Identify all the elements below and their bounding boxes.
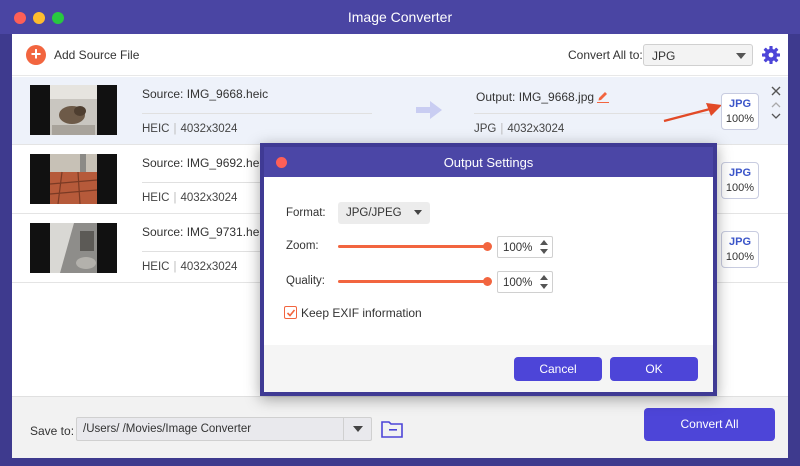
bottom-bar: Save to: /Users/ /Movies/Image Converter… bbox=[12, 396, 788, 458]
output-filename: Output: IMG_9668.jpg bbox=[476, 90, 595, 104]
source-resolution: 4032x3024 bbox=[180, 261, 238, 273]
save-path-field[interactable]: /Users/ /Movies/Image Converter bbox=[76, 417, 372, 441]
thumbnail-image bbox=[50, 223, 97, 273]
badge-quality: 100% bbox=[725, 182, 755, 194]
keep-exif-checkbox[interactable] bbox=[284, 306, 297, 319]
chevron-down-icon[interactable] bbox=[770, 112, 782, 120]
checkmark-icon bbox=[286, 308, 295, 317]
arrow-annotation-icon bbox=[663, 103, 722, 123]
stepper-down-icon[interactable] bbox=[540, 249, 548, 254]
badge-quality: 100% bbox=[725, 113, 755, 125]
output-meta: JPG | 4032x3024 bbox=[474, 123, 565, 135]
gear-icon[interactable] bbox=[761, 45, 781, 65]
zoom-value: 100% bbox=[503, 242, 533, 254]
folder-icon[interactable] bbox=[381, 419, 403, 438]
divider bbox=[142, 113, 372, 114]
zoom-slider-handle[interactable] bbox=[483, 242, 492, 251]
format-select[interactable]: JPG/JPEG bbox=[338, 202, 430, 224]
source-resolution: 4032x3024 bbox=[180, 123, 238, 135]
save-path-value: /Users/ /Movies/Image Converter bbox=[83, 423, 252, 435]
quality-stepper[interactable]: 100% bbox=[497, 271, 553, 293]
output-resolution: 4032x3024 bbox=[507, 123, 565, 135]
keep-exif-label[interactable]: Keep EXIF information bbox=[301, 306, 422, 320]
convert-all-label: Convert All to: bbox=[568, 48, 643, 62]
output-format-button[interactable]: JPG 100% bbox=[721, 162, 759, 199]
source-meta: HEIC | 4032x3024 bbox=[142, 192, 238, 204]
badge-quality: 100% bbox=[725, 251, 755, 263]
zoom-stepper[interactable]: 100% bbox=[497, 236, 553, 258]
output-format: JPG bbox=[474, 123, 497, 135]
quality-value: 100% bbox=[503, 277, 533, 289]
add-source-button[interactable]: Add Source File bbox=[54, 48, 139, 62]
thumbnail-image bbox=[50, 85, 97, 135]
source-format: HEIC bbox=[142, 123, 170, 135]
zoom-label: Zoom: bbox=[286, 240, 319, 252]
quality-label: Quality: bbox=[286, 275, 325, 287]
zoom-slider-track[interactable] bbox=[338, 245, 488, 248]
stepper-up-icon[interactable] bbox=[540, 240, 548, 245]
source-format: HEIC bbox=[142, 261, 170, 273]
output-settings-dialog: Output Settings Format: JPG/JPEG Zoom: 1… bbox=[260, 143, 717, 396]
convert-all-format-select[interactable]: JPG bbox=[643, 44, 753, 66]
arrow-right-icon bbox=[416, 101, 442, 119]
chevron-down-icon bbox=[353, 426, 363, 432]
format-label: Format: bbox=[286, 207, 326, 219]
badge-format: JPG bbox=[728, 236, 751, 248]
chevron-up-icon[interactable] bbox=[770, 101, 782, 109]
app-title: Image Converter bbox=[347, 9, 453, 25]
badge-format: JPG bbox=[728, 167, 751, 179]
dialog-header: Output Settings bbox=[264, 147, 713, 177]
output-format-button[interactable]: JPG 100% bbox=[721, 93, 759, 130]
file-row[interactable]: Source: IMG_9668.heic HEIC | 4032x3024 Out… bbox=[12, 77, 788, 145]
title-bar: Image Converter bbox=[0, 0, 800, 34]
format-value: JPG/JPEG bbox=[346, 207, 402, 219]
thumbnail-image bbox=[50, 154, 97, 204]
convert-all-button[interactable]: Convert All bbox=[644, 408, 775, 441]
source-filename: Source: IMG_9731.heic bbox=[142, 225, 269, 239]
toolbar: + Add Source File Convert All to: JPG bbox=[12, 34, 788, 76]
quality-slider-track[interactable] bbox=[338, 280, 488, 283]
stepper-up-icon[interactable] bbox=[540, 275, 548, 280]
thumbnail bbox=[30, 154, 117, 204]
source-filename: Source: IMG_9692.heic bbox=[142, 156, 269, 170]
ok-button[interactable]: OK bbox=[610, 357, 698, 381]
dialog-title: Output Settings bbox=[443, 155, 534, 170]
quality-slider-handle[interactable] bbox=[483, 277, 492, 286]
source-resolution: 4032x3024 bbox=[180, 192, 238, 204]
source-meta: HEIC | 4032x3024 bbox=[142, 123, 238, 135]
badge-format: JPG bbox=[728, 98, 751, 110]
close-icon[interactable] bbox=[770, 85, 782, 97]
edit-icon[interactable] bbox=[597, 89, 609, 103]
convert-all-format-value: JPG bbox=[652, 49, 676, 63]
dialog-body: Format: JPG/JPEG Zoom: 100% Quality: 100… bbox=[264, 177, 713, 345]
source-format: HEIC bbox=[142, 192, 170, 204]
save-path-dropdown[interactable] bbox=[343, 418, 371, 440]
source-meta: HEIC | 4032x3024 bbox=[142, 261, 238, 273]
stepper-down-icon[interactable] bbox=[540, 284, 548, 289]
source-filename: Source: IMG_9668.heic bbox=[142, 87, 269, 101]
thumbnail bbox=[30, 223, 117, 273]
thumbnail bbox=[30, 85, 117, 135]
chevron-down-icon bbox=[736, 53, 746, 59]
add-source-icon[interactable]: + bbox=[26, 45, 46, 65]
cancel-button[interactable]: Cancel bbox=[514, 357, 602, 381]
save-to-label: Save to: bbox=[30, 424, 75, 438]
output-format-button[interactable]: JPG 100% bbox=[721, 231, 759, 268]
chevron-down-icon bbox=[414, 210, 422, 215]
